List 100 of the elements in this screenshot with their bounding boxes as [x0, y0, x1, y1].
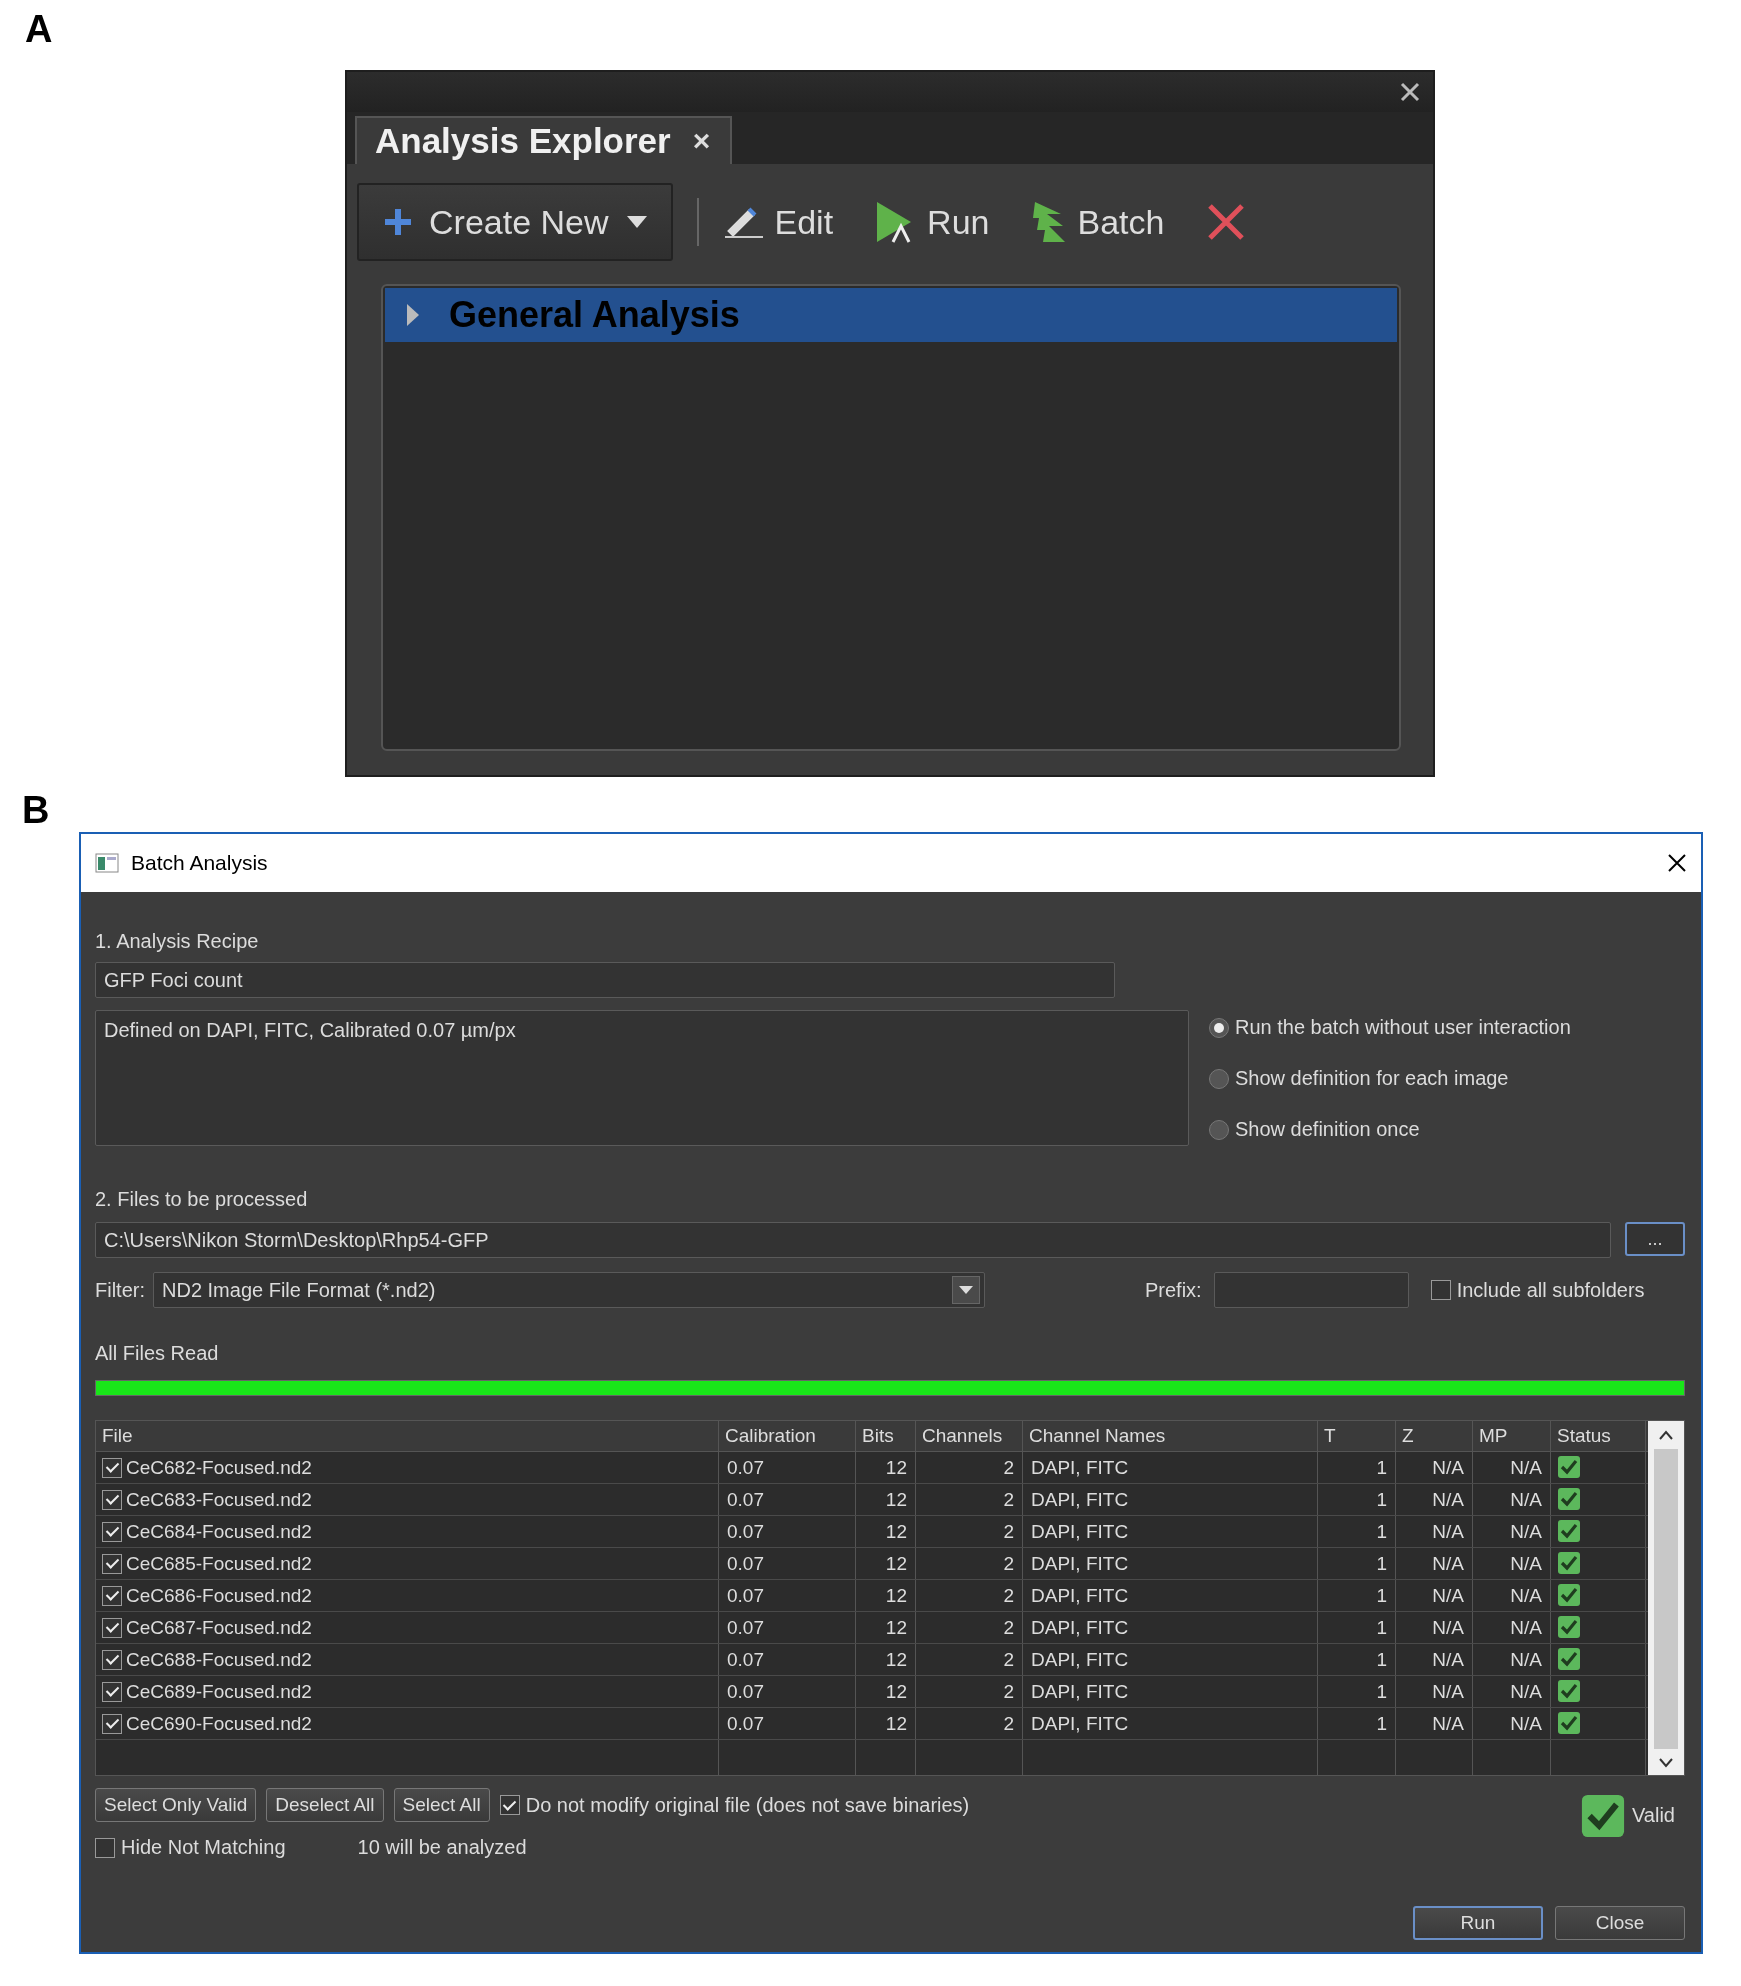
- validity-label: Valid: [1632, 1804, 1675, 1827]
- column-header[interactable]: Calibration: [719, 1421, 856, 1451]
- explorer-tab[interactable]: Analysis Explorer ×: [355, 116, 733, 164]
- table-cell: 12: [856, 1484, 916, 1515]
- selection-button[interactable]: Select Only Valid: [95, 1788, 257, 1822]
- table-cell: 0.07: [719, 1676, 856, 1707]
- checkbox[interactable]: [499, 1795, 520, 1815]
- radio-option[interactable]: Show definition for each image: [1209, 1067, 1571, 1090]
- table-cell: 1: [1318, 1708, 1396, 1739]
- table-cell: 0.07: [719, 1708, 856, 1739]
- table-cell: CeC689-Focused.nd2: [126, 1680, 312, 1703]
- column-header[interactable]: Channels: [916, 1421, 1023, 1451]
- plus-icon: [385, 209, 411, 235]
- table-cell: 2: [916, 1644, 1023, 1675]
- section-heading: 1. Analysis Recipe: [95, 930, 260, 954]
- expand-arrow-icon[interactable]: [405, 302, 421, 328]
- table-cell: CeC686-Focused.nd2: [126, 1584, 312, 1607]
- dialog-button[interactable]: Close: [1555, 1906, 1685, 1940]
- scrollbar[interactable]: [1648, 1421, 1684, 1775]
- description-box: Defined on DAPI, FITC, Calibrated 0.07 µm/px: [95, 1010, 1189, 1146]
- recipe-name-field[interactable]: GFP Foci count: [95, 962, 1115, 998]
- table-cell: CeC688-Focused.nd2: [126, 1648, 312, 1671]
- checkbox[interactable]: [95, 1837, 115, 1858]
- column-header[interactable]: File: [96, 1421, 719, 1451]
- table-cell: DAPI, FITC: [1023, 1484, 1318, 1515]
- column-header[interactable]: Z: [1396, 1421, 1473, 1451]
- table-cell: N/A: [1473, 1484, 1551, 1515]
- checkbox[interactable]: [102, 1681, 122, 1702]
- checkbox[interactable]: [102, 1617, 122, 1638]
- dialog-button[interactable]: Run: [1413, 1906, 1543, 1940]
- checkbox[interactable]: [102, 1649, 122, 1670]
- checkbox[interactable]: [1430, 1280, 1451, 1300]
- delete-icon[interactable]: [1206, 202, 1247, 242]
- table-cell: DAPI, FITC: [1023, 1644, 1318, 1675]
- radio-option[interactable]: Show definition once: [1209, 1118, 1571, 1141]
- table-cell: N/A: [1396, 1644, 1473, 1675]
- table-cell: CeC682-Focused.nd2: [126, 1456, 312, 1479]
- table-cell: 0.07: [719, 1548, 856, 1579]
- column-header[interactable]: T: [1318, 1421, 1396, 1451]
- table-cell: 12: [856, 1516, 916, 1547]
- table-cell: CeC685-Focused.nd2: [126, 1552, 312, 1575]
- column-header[interactable]: Status: [1551, 1421, 1646, 1451]
- create-new-button[interactable]: Create New: [357, 183, 673, 261]
- table-cell: N/A: [1473, 1708, 1551, 1739]
- column-header[interactable]: Channel Names: [1023, 1421, 1318, 1451]
- table-cell: 1: [1318, 1612, 1396, 1643]
- table-cell: N/A: [1473, 1452, 1551, 1483]
- radio-option[interactable]: Run the batch without user interaction: [1209, 1016, 1571, 1039]
- table-cell: 2: [916, 1676, 1023, 1707]
- batch-button[interactable]: Batch: [1031, 200, 1165, 244]
- table-cell: N/A: [1473, 1580, 1551, 1611]
- table-cell: 12: [856, 1612, 916, 1643]
- table-cell: N/A: [1473, 1516, 1551, 1547]
- table-cell: N/A: [1473, 1644, 1551, 1675]
- close-icon[interactable]: [1399, 81, 1421, 103]
- filter-dropdown[interactable]: ND2 Image File Format (*.nd2): [153, 1272, 985, 1308]
- table-cell: N/A: [1473, 1548, 1551, 1579]
- scroll-down-icon[interactable]: [1658, 1757, 1674, 1769]
- table-cell: DAPI, FITC: [1023, 1452, 1318, 1483]
- checkbox[interactable]: [102, 1713, 122, 1734]
- selection-button[interactable]: Deselect All: [266, 1788, 384, 1822]
- panel-label: B: [22, 791, 50, 829]
- table-cell: 12: [856, 1676, 916, 1707]
- table-cell: 0.07: [719, 1484, 856, 1515]
- table-cell: 1: [1318, 1676, 1396, 1707]
- table-cell: CeC684-Focused.nd2: [126, 1520, 312, 1543]
- prefix-field[interactable]: [1213, 1272, 1409, 1308]
- checkbox-label: Hide Not Matching: [121, 1836, 286, 1859]
- browse-button[interactable]: ...: [1625, 1222, 1685, 1256]
- scroll-up-icon[interactable]: [1658, 1429, 1674, 1441]
- table-cell: 0.07: [719, 1580, 856, 1611]
- column-header[interactable]: MP: [1473, 1421, 1551, 1451]
- pencil-icon: [722, 205, 765, 239]
- table-cell: N/A: [1396, 1452, 1473, 1483]
- checkbox[interactable]: [102, 1521, 122, 1542]
- checkbox[interactable]: [102, 1553, 122, 1574]
- table-cell: DAPI, FITC: [1023, 1516, 1318, 1547]
- table-cell: 1: [1318, 1548, 1396, 1579]
- checkbox[interactable]: [102, 1489, 122, 1510]
- checkbox[interactable]: [102, 1457, 122, 1478]
- table-cell: 12: [856, 1452, 916, 1483]
- table-cell: DAPI, FITC: [1023, 1612, 1318, 1643]
- path-field[interactable]: C:\Users\Nikon Storm\Desktop\Rhp54-GFP: [95, 1222, 1611, 1258]
- table-cell: CeC690-Focused.nd2: [126, 1712, 312, 1735]
- checkbox[interactable]: [102, 1585, 122, 1606]
- selection-button[interactable]: Select All: [393, 1788, 490, 1822]
- table-cell: 12: [856, 1548, 916, 1579]
- tree-icon: [1031, 200, 1068, 244]
- column-header[interactable]: Bits: [856, 1421, 916, 1451]
- table-cell: 2: [916, 1612, 1023, 1643]
- table-cell: N/A: [1396, 1676, 1473, 1707]
- checkbox-label: Include all subfolders: [1456, 1278, 1645, 1302]
- table-cell: 12: [856, 1580, 916, 1611]
- table-cell: N/A: [1396, 1548, 1473, 1579]
- edit-button[interactable]: Edit: [722, 202, 834, 242]
- table-cell: 2: [916, 1548, 1023, 1579]
- table-cell: 0.07: [719, 1612, 856, 1643]
- progress-label: All Files Read: [95, 1342, 220, 1366]
- run-button[interactable]: Run: [875, 200, 990, 244]
- close-icon[interactable]: [1667, 853, 1687, 873]
